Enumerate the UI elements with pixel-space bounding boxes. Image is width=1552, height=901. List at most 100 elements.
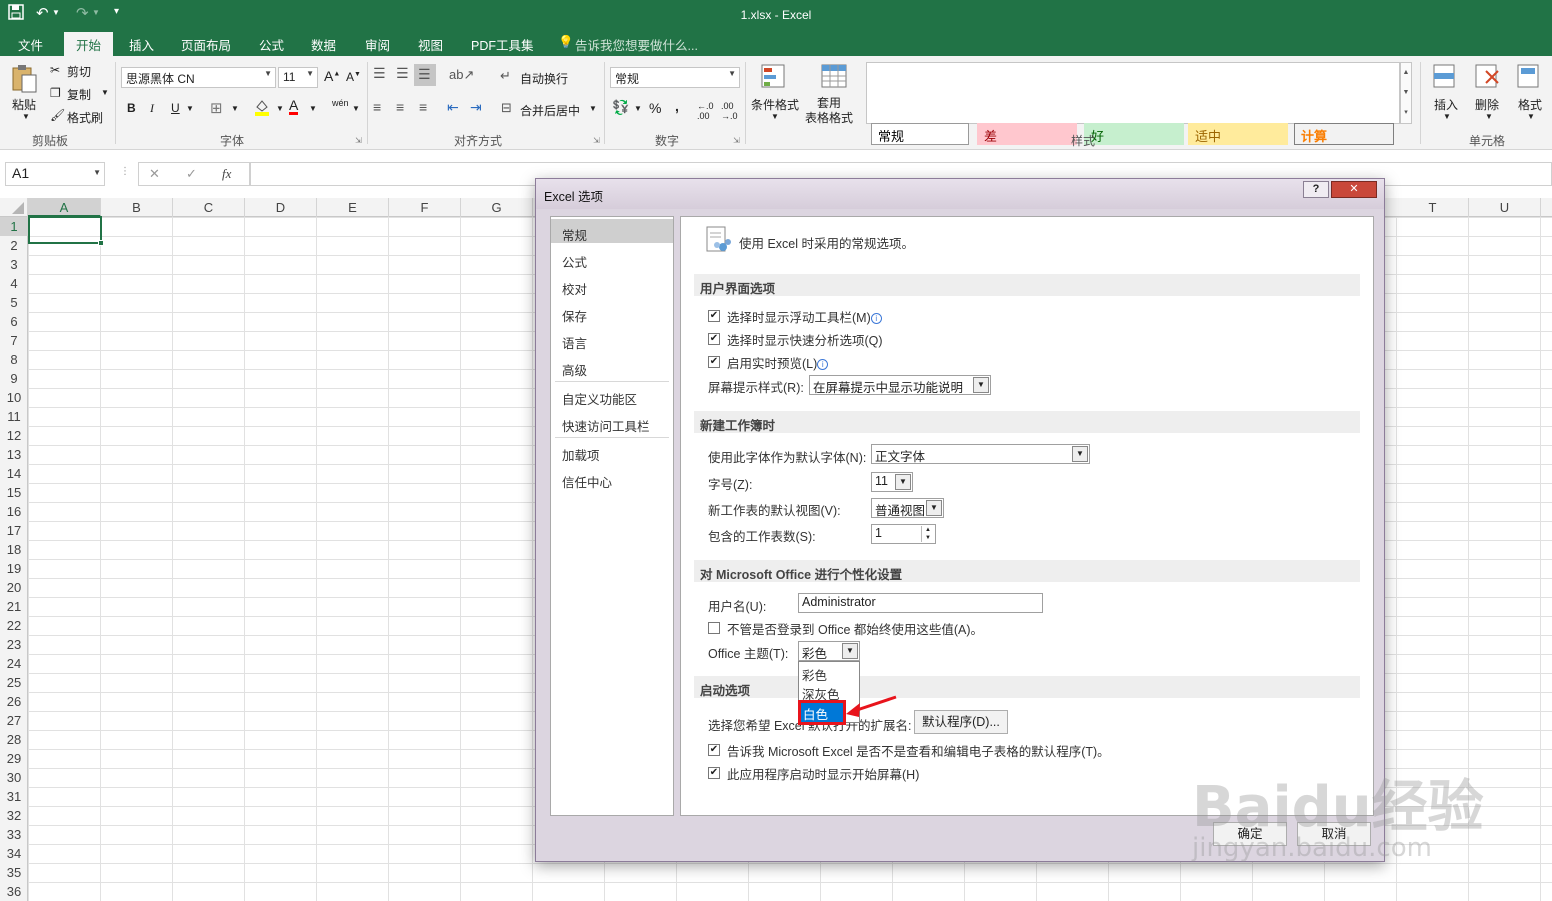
help-button[interactable]: ?	[1303, 181, 1329, 198]
align-right-icon[interactable]: ≡	[419, 99, 427, 115]
tab-data[interactable]: 数据	[311, 35, 336, 54]
username-input[interactable]: Administrator	[798, 593, 1043, 613]
row-header[interactable]: 10	[0, 388, 28, 407]
wrap-text-button[interactable]: 自动换行	[520, 70, 568, 87]
row-header[interactable]: 35	[0, 863, 28, 882]
merge-dropdown-icon[interactable]: ▼	[589, 104, 597, 113]
row-header[interactable]: 19	[0, 559, 28, 578]
alignment-launcher-icon[interactable]: ⇲	[593, 136, 600, 145]
font-color-button[interactable]: A	[289, 98, 299, 115]
font-size-combo[interactable]: 11 ▼	[278, 67, 318, 88]
nav-proofing[interactable]: 校对	[551, 273, 673, 297]
number-launcher-icon[interactable]: ⇲	[733, 136, 740, 145]
show-start-checkbox[interactable]: ✔	[708, 767, 720, 779]
gallery-scroll-icon[interactable]: ▲ ▼ ▾	[1400, 62, 1412, 124]
nav-customize-ribbon[interactable]: 自定义功能区	[551, 383, 673, 407]
accounting-format-icon[interactable]: 💱	[612, 99, 629, 116]
font-size-select[interactable]: 11 ▼	[871, 472, 913, 492]
row-header[interactable]: 8	[0, 350, 28, 369]
accounting-dropdown-icon[interactable]: ▼	[634, 104, 642, 113]
copy-button[interactable]: 复制	[67, 86, 91, 103]
fill-color-icon[interactable]	[254, 98, 270, 116]
column-header[interactable]: F	[389, 198, 461, 217]
row-header[interactable]: 15	[0, 483, 28, 502]
format-cells-icon[interactable]	[1516, 63, 1542, 94]
tab-home[interactable]: 开始	[64, 32, 114, 56]
font-name-combo[interactable]: 思源黑体 CN ▼	[121, 67, 276, 88]
row-header[interactable]: 23	[0, 635, 28, 654]
fill-dropdown-icon[interactable]: ▼	[276, 104, 284, 113]
delete-cells-icon[interactable]	[1474, 63, 1502, 94]
number-format-combo[interactable]: 常规 ▼	[610, 67, 740, 88]
align-left-icon[interactable]: ≡	[373, 99, 381, 115]
percent-button[interactable]: %	[649, 100, 661, 116]
insert-cells-button[interactable]: 插入	[1434, 96, 1458, 113]
delete-dropdown-icon[interactable]: ▼	[1485, 112, 1493, 121]
enter-formula-icon[interactable]: ✓	[186, 166, 197, 182]
row-header[interactable]: 26	[0, 692, 28, 711]
column-header[interactable]: G	[461, 198, 533, 217]
border-dropdown-icon[interactable]: ▼	[231, 104, 239, 113]
grow-font-button[interactable]: A▲	[324, 68, 340, 84]
spinner-arrows-icon[interactable]: ▲ ▼	[921, 526, 934, 542]
tab-view[interactable]: 视图	[418, 35, 443, 54]
tab-formulas[interactable]: 公式	[259, 35, 284, 54]
copy-dropdown-icon[interactable]: ▼	[101, 88, 109, 97]
column-header[interactable]: B	[101, 198, 173, 217]
tab-insert[interactable]: 插入	[129, 35, 154, 54]
tab-pdf-tools[interactable]: PDF工具集	[471, 35, 534, 54]
border-icon[interactable]: ⊞	[210, 99, 223, 117]
insert-function-icon[interactable]: fx	[222, 166, 231, 182]
default-programs-button[interactable]: 默认程序(D)...	[914, 710, 1008, 734]
increase-indent-icon[interactable]: ⇥	[470, 99, 482, 116]
screentip-select[interactable]: 在屏幕提示中显示功能说明 ▼	[809, 375, 991, 395]
cell-style-item[interactable]: 常规	[871, 123, 969, 145]
row-header[interactable]: 31	[0, 787, 28, 806]
align-middle-icon[interactable]: ☰	[396, 65, 409, 82]
format-as-table-button[interactable]: 套用 表格格式	[805, 96, 853, 126]
cell-style-item[interactable]: 适中	[1188, 123, 1288, 145]
column-header[interactable]: C	[173, 198, 245, 217]
orientation-icon[interactable]: ab↗	[449, 67, 474, 83]
column-header[interactable]: E	[317, 198, 389, 217]
row-header[interactable]: 14	[0, 464, 28, 483]
tell-me-box[interactable]: 告诉我您想要做什么...	[575, 35, 698, 54]
theme-option-dark-gray[interactable]: 深灰色	[802, 684, 840, 703]
close-button[interactable]: ✕	[1331, 181, 1377, 198]
sheet-count-spinner[interactable]: 1 ▲ ▼	[871, 524, 936, 544]
always-use-checkbox[interactable]	[708, 622, 720, 634]
row-header[interactable]: 9	[0, 369, 28, 388]
name-box[interactable]: A1 ▼	[5, 162, 105, 186]
row-header[interactable]: 30	[0, 768, 28, 787]
active-cell-a1[interactable]	[28, 216, 102, 244]
font-launcher-icon[interactable]: ⇲	[355, 136, 362, 145]
row-header[interactable]: 25	[0, 673, 28, 692]
nav-general[interactable]: 常规	[551, 219, 673, 243]
live-preview-checkbox[interactable]: ✔	[708, 356, 720, 368]
row-header[interactable]: 6	[0, 312, 28, 331]
decrease-indent-icon[interactable]: ⇤	[447, 99, 459, 116]
nav-addins[interactable]: 加载项	[551, 439, 673, 463]
office-theme-select[interactable]: 彩色 ▼	[798, 641, 860, 661]
tab-review[interactable]: 审阅	[365, 35, 390, 54]
row-header[interactable]: 33	[0, 825, 28, 844]
row-header[interactable]: 1	[0, 217, 28, 236]
cut-button[interactable]: 剪切	[67, 63, 91, 80]
row-header[interactable]: 22	[0, 616, 28, 635]
format-as-table-icon[interactable]	[820, 63, 850, 96]
merge-center-button[interactable]: 合并后居中	[520, 102, 580, 119]
row-header[interactable]: 36	[0, 882, 28, 901]
default-view-select[interactable]: 普通视图 ▼	[871, 498, 944, 518]
insert-cells-icon[interactable]	[1432, 63, 1458, 94]
column-header[interactable]: T	[1397, 198, 1469, 217]
row-header[interactable]: 29	[0, 749, 28, 768]
select-all-corner[interactable]	[0, 198, 28, 217]
underline-dropdown-icon[interactable]: ▼	[186, 104, 194, 113]
nav-trust-center[interactable]: 信任中心	[551, 466, 673, 490]
row-header[interactable]: 16	[0, 502, 28, 521]
phonetic-dropdown-icon[interactable]: ▼	[352, 104, 360, 113]
default-font-select[interactable]: 正文字体 ▼	[871, 444, 1090, 464]
italic-button[interactable]: I	[150, 101, 154, 116]
row-header[interactable]: 28	[0, 730, 28, 749]
comma-button[interactable]: ,	[675, 98, 679, 114]
